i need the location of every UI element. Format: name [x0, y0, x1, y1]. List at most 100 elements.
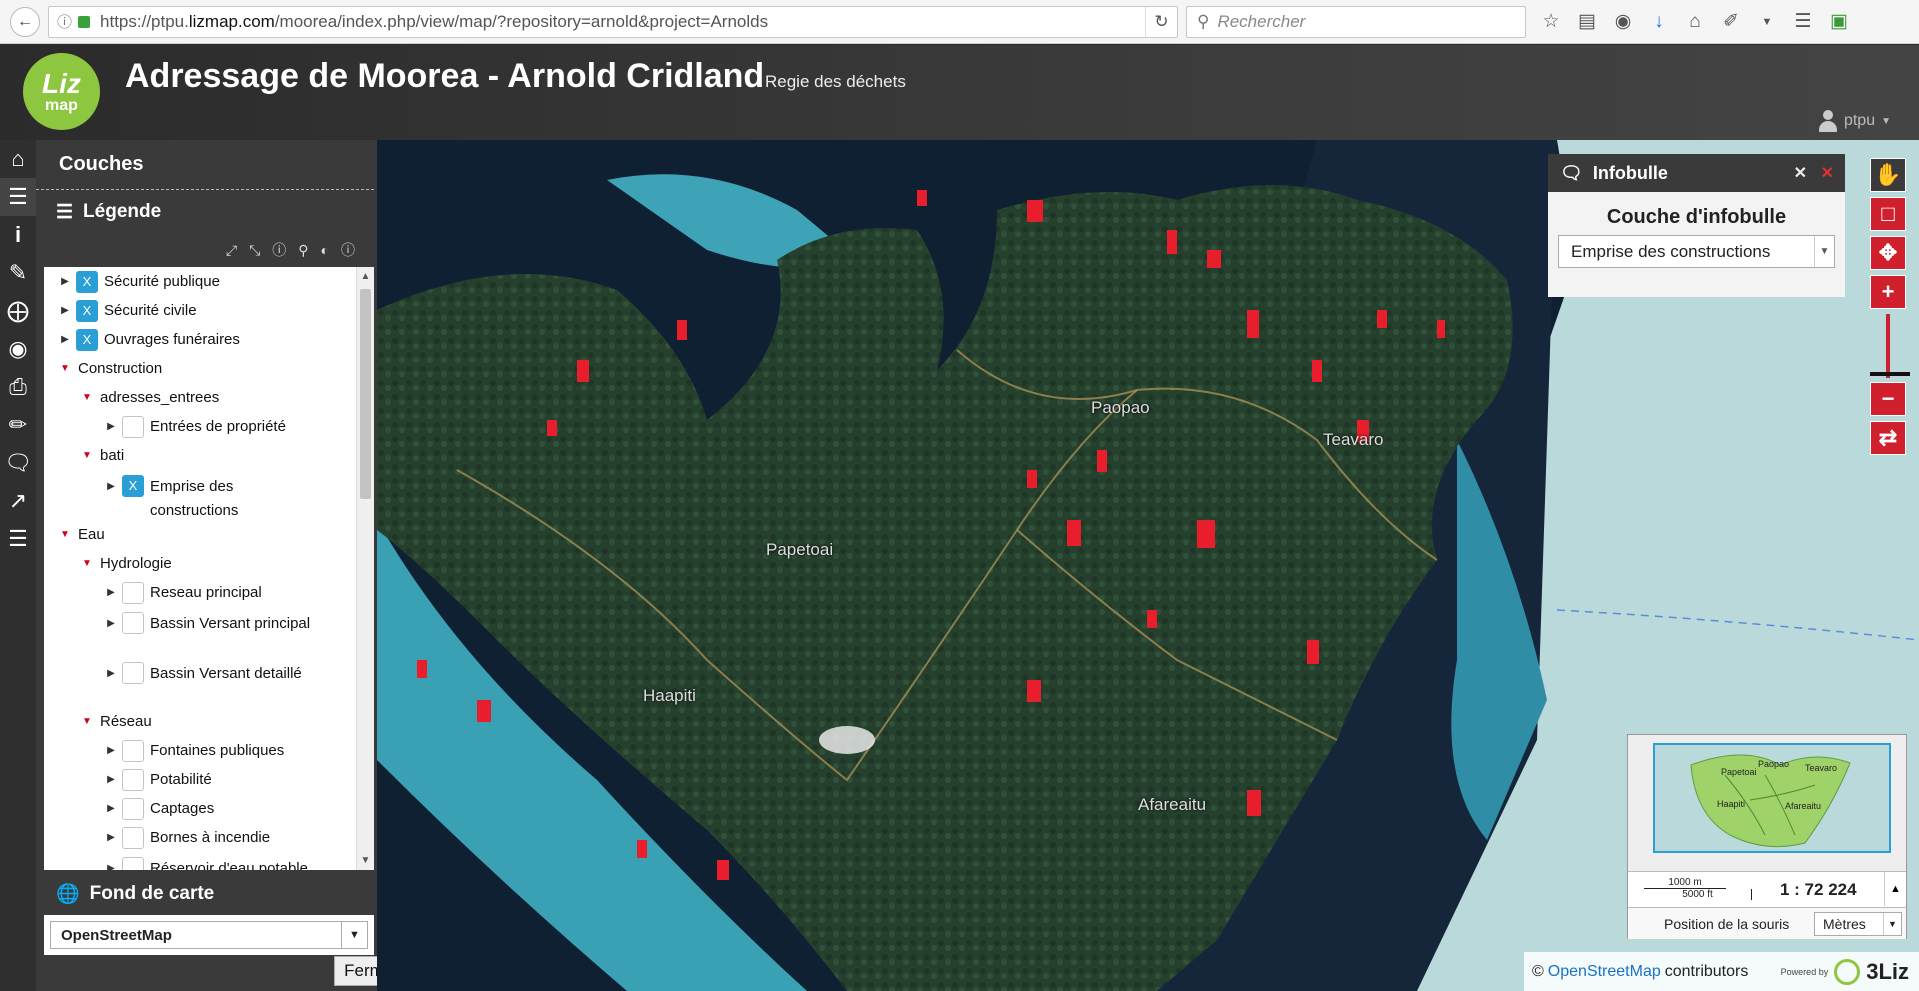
layer-tree-item[interactable]: ▼ Construction	[44, 354, 356, 383]
layer-checkbox[interactable]	[122, 857, 144, 870]
layer-checkbox[interactable]: X	[76, 328, 98, 351]
collapse-icon[interactable]: ⤡	[249, 242, 260, 259]
home-icon[interactable]: ⌂	[1680, 7, 1710, 37]
info-icon[interactable]: i	[0, 216, 36, 254]
geolocation-icon[interactable]: ◉	[0, 330, 36, 368]
tooltip-icon[interactable]: 🗨	[0, 444, 36, 482]
permalink-icon[interactable]: ↗	[0, 482, 36, 520]
tooltip-layer-select[interactable]: Emprise des constructions ▼	[1558, 235, 1835, 268]
layer-tree-item[interactable]: ▼ Réseau	[44, 707, 356, 736]
layer-tree-item[interactable]: ▶ Captages	[44, 794, 356, 823]
layer-tree-item[interactable]: ▶ Bassin Versant detaillé	[44, 657, 356, 707]
layer-checkbox[interactable]	[122, 612, 144, 634]
close-icon[interactable]: ×	[1821, 162, 1833, 185]
powered-by[interactable]: Powered by 3Liz	[1781, 958, 1909, 985]
layer-tree-item[interactable]: ▶ Réservoir d'eau potable	[44, 852, 356, 870]
units-select[interactable]: Mètres ▼	[1814, 912, 1902, 936]
edit-icon[interactable]: ✎	[0, 254, 36, 292]
caret-down-icon[interactable]: ▼	[80, 558, 94, 569]
layer-tree-item[interactable]: ▶ X Emprise des constructions	[44, 470, 356, 520]
caret-right-icon[interactable]: ▶	[104, 857, 118, 870]
list-icon[interactable]: ☰	[0, 520, 36, 558]
chevron-up-icon[interactable]: ▲	[1884, 872, 1906, 906]
expand-icon[interactable]: ⤢	[226, 242, 237, 259]
chevron-down-icon[interactable]: ▼	[1883, 913, 1901, 935]
layer-info-icon[interactable]: ⓘ	[272, 240, 286, 260]
back-icon[interactable]: ←	[10, 6, 40, 37]
layer-tree-item[interactable]: ▶ Reseau principal	[44, 578, 356, 607]
layer-checkbox[interactable]	[122, 739, 144, 762]
legend-header[interactable]: ☰ Légende	[36, 190, 377, 234]
layer-checkbox[interactable]	[122, 662, 144, 684]
extension-icon[interactable]: ✐	[1716, 7, 1746, 37]
caret-down-icon[interactable]: ▼	[58, 529, 72, 540]
layer-tree-scrollbar[interactable]: ▲ ▼	[356, 267, 374, 870]
caret-down-icon[interactable]: ▼	[80, 716, 94, 727]
browser-search-input[interactable]: ⚲ Rechercher	[1186, 5, 1526, 38]
caret-right-icon[interactable]: ▶	[58, 276, 72, 287]
caret-right-icon[interactable]: ▶	[104, 587, 118, 598]
layer-checkbox[interactable]: X	[76, 270, 98, 293]
layer-tree-item[interactable]: ▶ Entrées de propriété	[44, 412, 356, 441]
reading-list-icon[interactable]: ▤	[1572, 7, 1602, 37]
layer-tree-item[interactable]: ▶ Fontaines publiques	[44, 736, 356, 765]
zoom-layer-icon[interactable]: ⚲	[298, 242, 308, 259]
caret-right-icon[interactable]: ▶	[104, 475, 118, 499]
caret-down-icon[interactable]: ▼	[58, 363, 72, 374]
caret-right-icon[interactable]: ▶	[104, 745, 118, 756]
previous-view-icon[interactable]: ⇄	[1870, 421, 1906, 455]
location-icon[interactable]: ⨁	[0, 292, 36, 330]
user-menu[interactable]: ptpu ▼	[1818, 110, 1891, 132]
layer-tree-item[interactable]: ▶ X Sécurité civile	[44, 296, 356, 325]
osm-link[interactable]: OpenStreetMap	[1548, 963, 1661, 981]
scroll-down-icon[interactable]: ▼	[357, 855, 374, 866]
layer-tree-item[interactable]: ▼ bati	[44, 441, 356, 470]
info-icon[interactable]: ⓘ	[57, 11, 72, 32]
star-icon[interactable]: ☆	[1536, 7, 1566, 37]
caret-right-icon[interactable]: ▶	[104, 803, 118, 814]
print-icon[interactable]: ⎙	[0, 368, 36, 406]
caret-right-icon[interactable]: ▶	[104, 774, 118, 785]
measure-icon[interactable]: ✏	[0, 406, 36, 444]
layer-checkbox[interactable]	[122, 581, 144, 604]
layer-checkbox[interactable]: X	[76, 299, 98, 322]
layer-tree-item[interactable]: ▼ adresses_entrees	[44, 383, 356, 412]
layers-icon[interactable]: ☰	[0, 178, 36, 216]
download-icon[interactable]: ↓	[1644, 7, 1674, 37]
layer-tree-item[interactable]: ▶ Bornes à incendie	[44, 823, 356, 852]
zoom-full-extent-icon[interactable]: ✥	[1870, 236, 1906, 270]
scroll-thumb[interactable]	[360, 289, 371, 499]
layer-checkbox[interactable]: X	[122, 475, 144, 497]
zoom-in-icon[interactable]: +	[1870, 275, 1906, 309]
caret-down-icon[interactable]: ▼	[80, 392, 94, 403]
caret-right-icon[interactable]: ▶	[104, 421, 118, 432]
zoom-box-icon[interactable]: □	[1870, 197, 1906, 231]
addon-icon[interactable]: ▣	[1824, 7, 1854, 37]
address-bar[interactable]: ⓘ https://ptpu. lizmap.com/moorea/index.p…	[48, 5, 1178, 38]
layer-tree-item[interactable]: ▶ X Sécurité publique	[44, 267, 356, 296]
layer-tree-item[interactable]: ▶ X Ouvrages funéraires	[44, 325, 356, 354]
layer-tree-item[interactable]: ▶ Bassin Versant principal	[44, 607, 356, 657]
zoom-slider[interactable]	[1870, 314, 1910, 378]
opacity-icon[interactable]: ◐	[321, 242, 329, 258]
caret-right-icon[interactable]: ▶	[104, 612, 118, 636]
zoom-out-icon[interactable]: −	[1870, 382, 1906, 416]
layer-tree-item[interactable]: ▼ Hydrologie	[44, 549, 356, 578]
layer-checkbox[interactable]	[122, 826, 144, 849]
pan-hand-icon[interactable]: ✋	[1870, 158, 1906, 192]
layer-tree-item[interactable]: ▼ Eau	[44, 520, 356, 549]
reload-icon[interactable]: ↻	[1145, 6, 1177, 37]
caret-right-icon[interactable]: ▶	[58, 334, 72, 345]
lizmap-logo[interactable]: Liz map	[23, 53, 100, 130]
metadata-icon[interactable]: ⓘ	[341, 240, 355, 260]
menu-icon[interactable]: ☰	[1788, 7, 1818, 37]
dropdown-icon[interactable]: ▼	[1752, 7, 1782, 37]
eraser-icon[interactable]: ✕	[1794, 163, 1807, 183]
caret-right-icon[interactable]: ▶	[104, 832, 118, 843]
pocket-icon[interactable]: ◉	[1608, 7, 1638, 37]
overview-map-canvas[interactable]: Papetoai Paopao Teavaro Haapiti Afareait…	[1653, 743, 1891, 853]
layer-checkbox[interactable]	[122, 768, 144, 791]
chevron-down-icon[interactable]: ▼	[341, 922, 367, 948]
caret-right-icon[interactable]: ▶	[104, 662, 118, 686]
basemap-select[interactable]: OpenStreetMap ▼	[44, 915, 374, 955]
